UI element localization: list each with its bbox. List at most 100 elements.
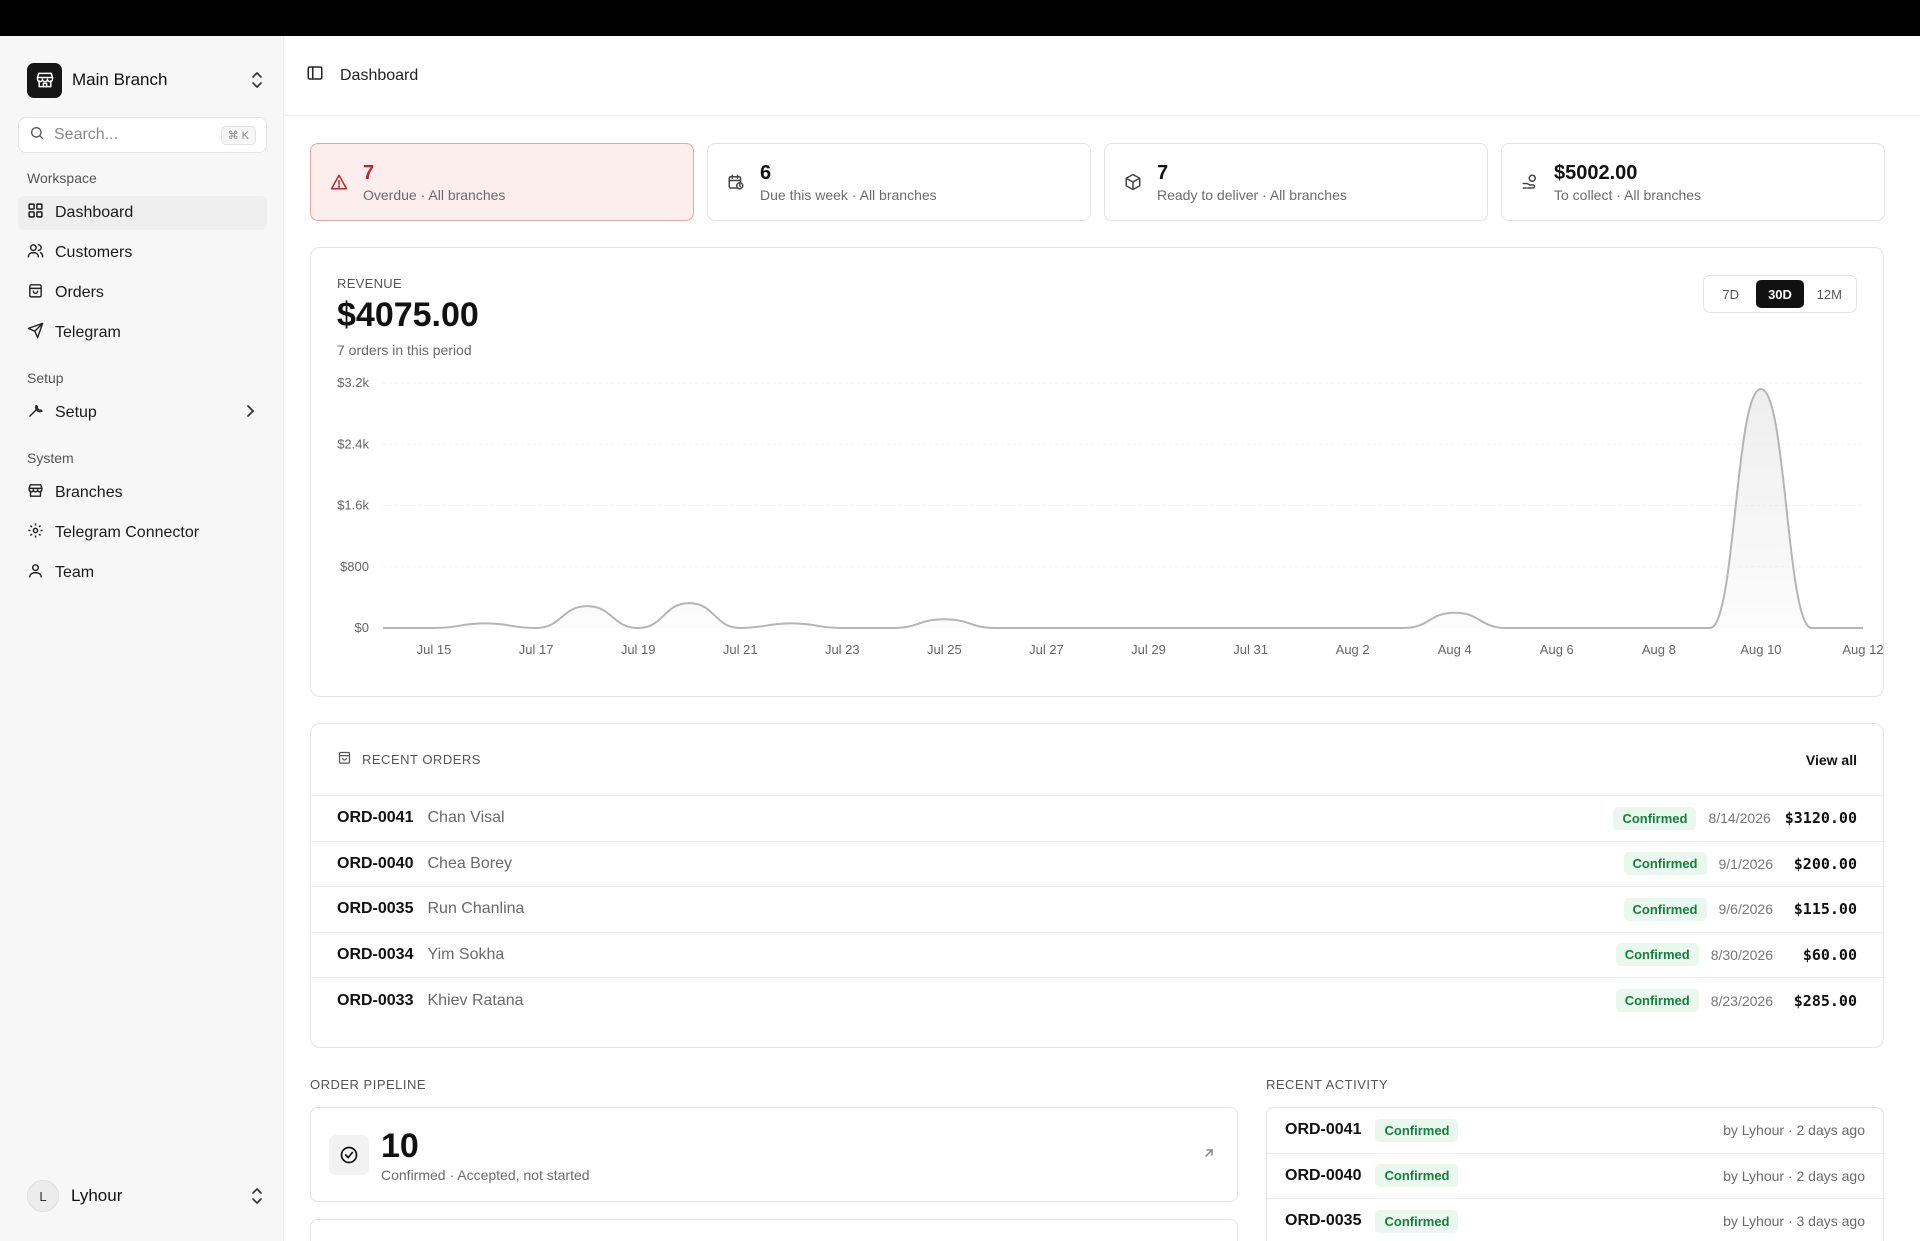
y-tick-label: $800 [340,559,369,574]
sidebar-item-dashboard[interactable]: Dashboard [18,196,267,230]
order-id: ORD-0041 [337,809,414,827]
revenue-chart: $0 $800 $1.6k $2.4k $3.2k Jul 15 Jul 17 Jul 19 J… [337,375,1883,657]
section-label-workspace: Workspace [27,170,97,186]
status-badge: Confirmed [1615,989,1699,1013]
stat-value: 7 [363,162,375,184]
grid-icon [27,202,44,224]
order-date: 9/1/2026 [1718,855,1774,872]
customer-name: Yim Sokha [427,945,505,963]
status-badge: Confirmed [1375,1209,1459,1233]
status-badge: Confirmed [1375,1118,1459,1142]
pipeline-card-confirmed[interactable]: 10 Confirmed · Accepted, not started [310,1107,1238,1202]
order-amount: $3120.00 [1784,809,1857,828]
status-badge: Confirmed [1623,852,1707,876]
range-selector: 7D 30D 12M [1703,275,1857,313]
x-tick-label: Jul 19 [621,642,656,657]
stat-card-overdue[interactable]: 7 Overdue · All branches [310,143,694,221]
customer-name: Khiev Ratana [427,991,524,1009]
sidebar-item-label: Branches [55,484,123,501]
x-tick-label: Aug 2 [1336,642,1370,657]
x-tick-label: Jul 27 [1029,642,1064,657]
sidebar-item-telegram[interactable]: Telegram [18,316,267,350]
users-icon [27,242,44,264]
x-tick-label: Jul 15 [417,642,452,657]
stat-card-due-this-week[interactable]: 6 Due this week · All branches [707,143,1091,221]
y-tick-label: $2.4k [337,436,369,451]
stat-value: 6 [760,162,772,184]
customer-name: Run Chanlina [427,900,525,918]
sidebar-toggle-icon[interactable] [306,64,324,87]
sidebar-item-team[interactable]: Team [18,556,267,590]
y-tick-label: $1.6k [337,498,369,513]
hand-coins-icon [1520,172,1540,192]
chevrons-up-down-icon [249,70,265,90]
sidebar-item-setup[interactable]: Setup [18,396,267,430]
order-date: 8/30/2026 [1710,946,1773,963]
sidebar-item-telegram-connector[interactable]: Telegram Connector [18,516,267,550]
pipeline-title: ORDER PIPELINE [310,1077,427,1092]
check-circle-icon [329,1134,369,1175]
pipeline-card[interactable] [310,1219,1238,1241]
view-all-link[interactable]: View all [1806,752,1857,768]
stat-subtitle: Ready to deliver · All branches [1157,187,1347,203]
status-badge: Confirmed [1615,943,1699,967]
wrench-icon [27,402,44,424]
x-tick-label: Jul 21 [723,642,758,657]
order-amount: $115.00 [1793,900,1857,919]
x-tick-label: Aug 4 [1438,642,1472,657]
order-id: ORD-0035 [337,900,414,918]
pipeline-subtitle: Confirmed · Accepted, not started [381,1166,590,1183]
table-row[interactable]: ORD-0035 Run Chanlina Confirmed 9/6/2026 $11… [311,887,1883,933]
status-badge: Confirmed [1623,897,1707,921]
section-label-setup: Setup [27,370,64,386]
order-id: ORD-0033 [337,991,414,1009]
range-button-12m[interactable]: 12M [1806,280,1853,308]
table-row[interactable]: ORD-0033 Khiev Ratana Confirmed 8/23/2026 $2… [311,978,1883,1024]
y-tick-label: $3.2k [337,375,369,390]
revenue-label: REVENUE [337,276,402,291]
window-top-bar [0,0,1920,36]
order-date: 9/6/2026 [1718,901,1774,918]
activity-title: RECENT ACTIVITY [1266,1077,1389,1092]
sidebar-item-label: Setup [55,404,97,421]
order-amount: $200.00 [1793,854,1857,873]
range-button-7d[interactable]: 7D [1707,280,1754,308]
branch-switcher[interactable]: Main Branch [27,62,265,98]
sidebar-item-customers[interactable]: Customers [18,236,267,270]
sidebar-item-orders[interactable]: Orders [18,276,267,310]
table-row[interactable]: ORD-0034 Yim Sokha Confirmed 8/30/2026 $60.0… [311,933,1883,978]
status-badge: Confirmed [1613,806,1697,830]
range-button-30d[interactable]: 30D [1756,280,1804,308]
x-tick-label: Jul 17 [519,642,554,657]
list-item[interactable]: ORD-0040 Confirmed by Lyhour · 2 days ago [1267,1154,1883,1199]
main-content: Dashboard 7 Overdue · All branches 6 Due… [284,36,1920,1241]
list-item[interactable]: ORD-0041 Confirmed by Lyhour · 2 days ago [1267,1108,1883,1154]
stat-value: 7 [1157,162,1169,184]
send-icon [27,322,44,344]
calendar-clock-icon [726,172,746,192]
stat-card-ready-to-deliver[interactable]: 7 Ready to deliver · All branches [1104,143,1488,221]
package-icon [1123,172,1143,192]
sidebar-item-label: Telegram [55,324,121,341]
order-id: ORD-0035 [1285,1212,1362,1230]
sidebar-item-branches[interactable]: Branches [18,476,267,510]
table-row[interactable]: ORD-0040 Chea Borey Confirmed 9/1/2026 $200.… [311,842,1883,887]
pipeline-value: 10 [381,1126,419,1165]
sidebar-item-label: Orders [55,284,104,301]
search-input[interactable]: Search... ⌘ K [18,117,267,153]
chevrons-up-down-icon [249,1186,265,1206]
table-row[interactable]: ORD-0041 Chan Visal Confirmed 8/14/2026 $312… [311,796,1883,842]
stat-card-to-collect[interactable]: $5002.00 To collect · All branches [1501,143,1885,221]
sidebar-item-label: Dashboard [55,204,134,221]
status-badge: Confirmed [1375,1164,1459,1188]
list-item[interactable]: ORD-0035 Confirmed by Lyhour · 3 days ago [1267,1199,1883,1241]
user-menu[interactable]: L Lyhour [27,1179,265,1213]
x-tick-label: Aug 8 [1642,642,1676,657]
order-amount: $60.00 [1802,945,1857,964]
user-icon [27,562,44,584]
x-tick-label: Jul 29 [1131,642,1166,657]
chevron-right-icon [245,404,255,423]
revenue-area [383,389,1863,628]
page-title: Dashboard [340,66,419,84]
store-icon [27,482,44,504]
